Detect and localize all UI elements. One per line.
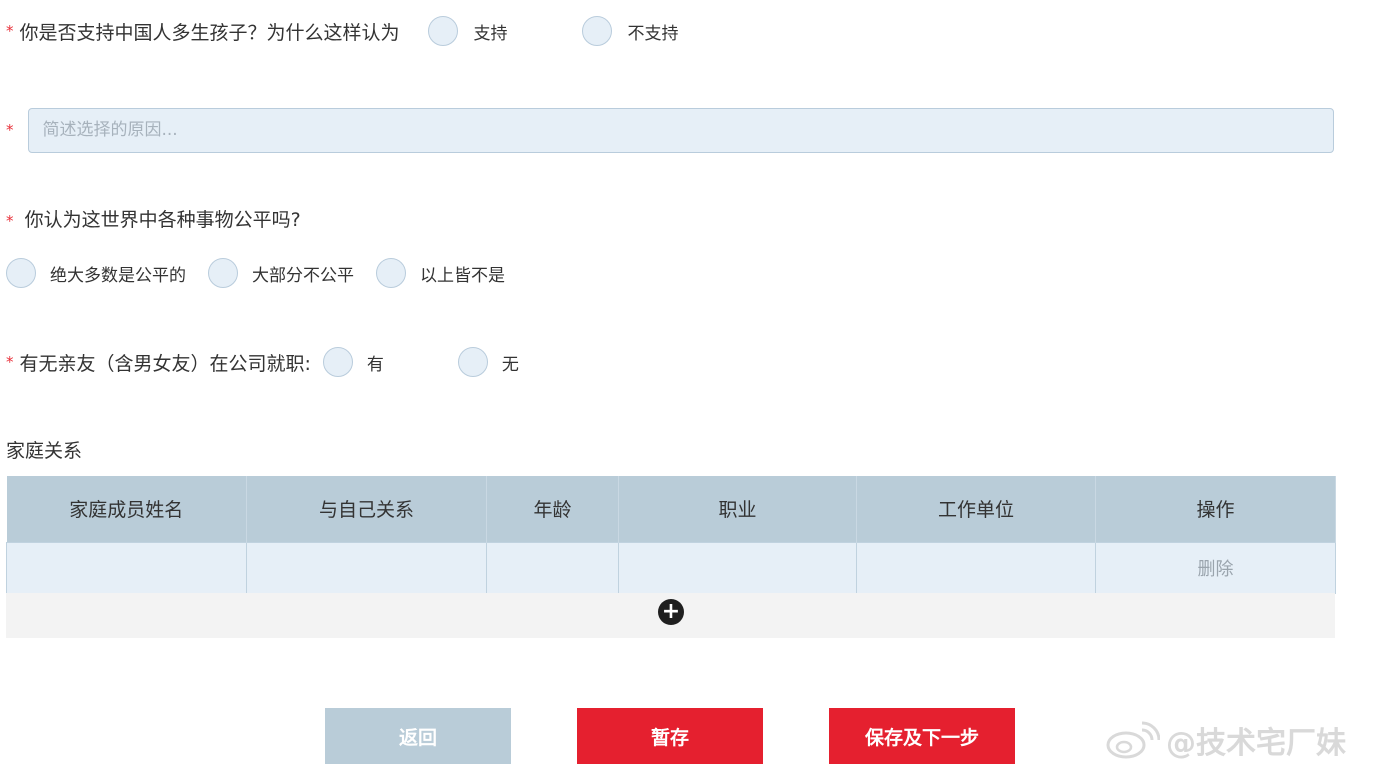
radio-label-no[interactable]: 无: [502, 350, 519, 375]
reason-input[interactable]: [27, 107, 1334, 153]
cell-employer[interactable]: [856, 541, 1096, 594]
question-label: 你是否支持中国人多生孩子？为什么这样认为: [19, 21, 400, 44]
column-header-actions: 操作: [1095, 476, 1336, 542]
family-section-title: 家庭关系: [6, 440, 83, 462]
radio-label-mostly-fair[interactable]: 绝大多数是公平的: [50, 261, 186, 286]
cell-relationship[interactable]: [246, 541, 487, 594]
radio-mostly-unfair[interactable]: [208, 258, 238, 288]
delete-row-link[interactable]: 删除: [1095, 541, 1336, 594]
reason-row: *: [6, 107, 1334, 153]
radio-not-support[interactable]: [581, 16, 612, 46]
column-header-relationship: 与自己关系: [246, 476, 487, 542]
column-header-employer: 工作单位: [856, 476, 1096, 542]
radio-mostly-fair[interactable]: [6, 258, 36, 288]
family-table: 家庭成员姓名 与自己关系 年龄 职业 工作单位 操作 删除: [6, 476, 1336, 594]
radio-label-support[interactable]: 支持: [474, 19, 508, 44]
cell-occupation[interactable]: [618, 541, 857, 594]
question-relatives-in-company: * 有无亲友（含男女友）在公司就职: 有 无: [6, 345, 519, 379]
question-label: 有无亲友（含男女友）在公司就职:: [19, 352, 311, 375]
fairness-options: 绝大多数是公平的 大部分不公平 以上皆不是: [6, 258, 527, 288]
question-support-more-children: * 你是否支持中国人多生孩子？为什么这样认为 支持 不支持: [6, 14, 679, 48]
radio-label-yes[interactable]: 有: [367, 350, 384, 375]
watermark-text: @技术宅厂妹: [1166, 726, 1346, 761]
save-and-next-button[interactable]: 保存及下一步: [829, 708, 1015, 764]
cell-member-name[interactable]: [6, 541, 247, 594]
radio-none-of-above[interactable]: [376, 258, 406, 288]
radio-label-mostly-unfair[interactable]: 大部分不公平: [252, 261, 354, 286]
table-header-row: 家庭成员姓名 与自己关系 年龄 职业 工作单位 操作: [6, 476, 1336, 542]
radio-no[interactable]: [457, 347, 488, 377]
column-header-occupation: 职业: [618, 476, 857, 542]
radio-label-none-of-above[interactable]: 以上皆不是: [420, 261, 505, 286]
table-row: 删除: [6, 541, 1336, 594]
required-mark: *: [6, 22, 14, 40]
radio-support[interactable]: [427, 16, 458, 46]
question-fairness: * 你认为这世界中各种事物公平吗?: [6, 205, 301, 232]
weibo-watermark: @技术宅厂妹: [1104, 717, 1346, 763]
radio-yes[interactable]: [322, 347, 353, 377]
add-row-bar: +: [6, 593, 1335, 638]
required-mark: *: [6, 212, 14, 230]
question-label: 你认为这世界中各种事物公平吗?: [24, 209, 301, 231]
weibo-logo-icon: [1106, 721, 1160, 759]
save-draft-button[interactable]: 暂存: [577, 708, 763, 764]
back-button[interactable]: 返回: [325, 708, 511, 764]
required-mark: *: [6, 353, 14, 371]
cell-age[interactable]: [486, 541, 619, 594]
add-row-button[interactable]: +: [658, 599, 684, 625]
required-mark: *: [6, 121, 14, 139]
radio-label-not-support[interactable]: 不支持: [628, 19, 679, 44]
column-header-member-name: 家庭成员姓名: [6, 476, 247, 542]
column-header-age: 年龄: [486, 476, 619, 542]
